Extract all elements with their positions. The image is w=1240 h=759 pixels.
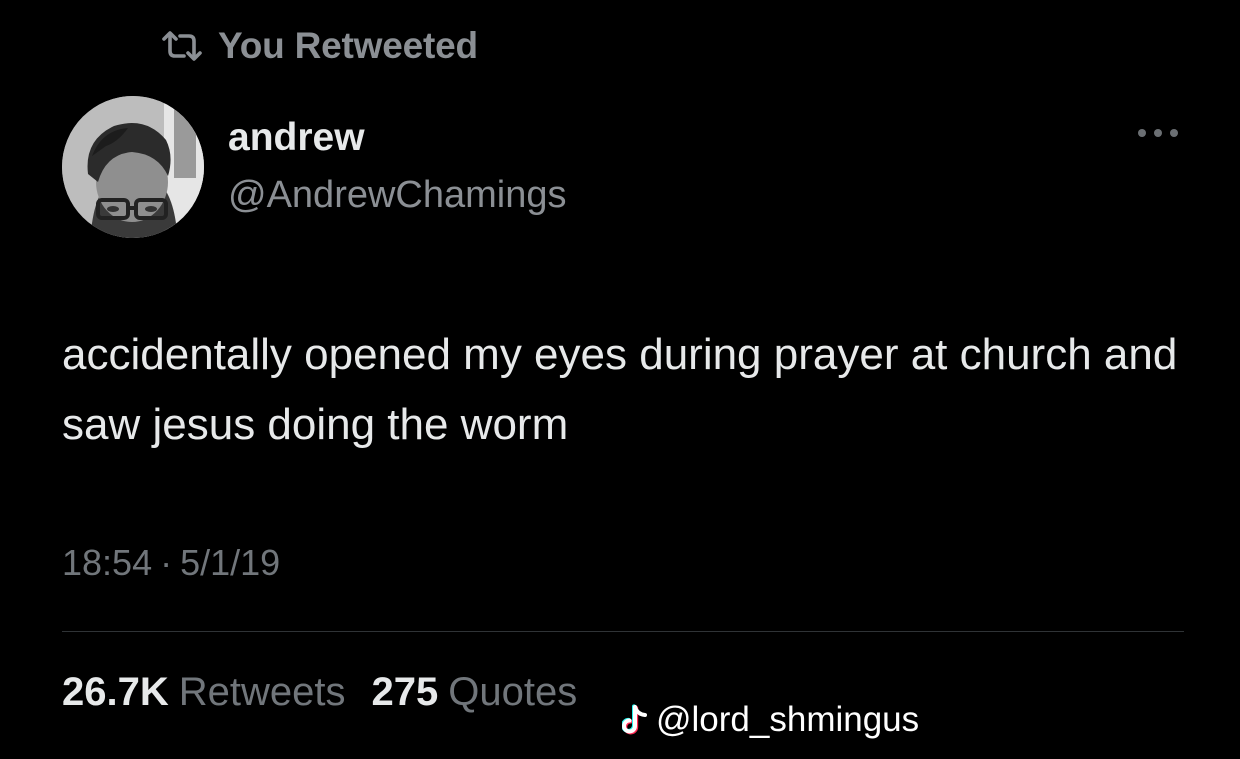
quotes-count: 275 xyxy=(371,670,439,714)
tiktok-icon xyxy=(622,703,652,737)
retweet-context: You Retweeted xyxy=(160,24,478,68)
retweet-label: You Retweeted xyxy=(218,25,478,66)
tweet-date: 5/1/19 xyxy=(180,542,281,583)
more-horizontal-icon xyxy=(1133,126,1183,144)
divider xyxy=(62,631,1184,632)
tweet-screenshot: You Retweeted andrew @AndrewChamings acc… xyxy=(0,0,1240,759)
watermark-handle: @lord_shmingus xyxy=(656,700,920,739)
retweets-label: Retweets xyxy=(178,670,346,714)
retweet-icon xyxy=(160,29,204,63)
timestamp-separator: · xyxy=(160,542,173,583)
retweets-stat-link[interactable]: 26.7K Retweets xyxy=(62,670,346,715)
display-name[interactable]: andrew xyxy=(228,112,567,164)
retweets-count: 26.7K xyxy=(62,670,169,714)
tweet-text: accidentally opened my eyes during praye… xyxy=(62,330,1178,449)
tweet-timestamp[interactable]: 18:54 · 5/1/19 xyxy=(62,542,280,584)
quotes-label: Quotes xyxy=(448,670,578,714)
author-block: andrew @AndrewChamings xyxy=(228,112,567,220)
tweet-time: 18:54 xyxy=(62,542,153,583)
more-options-button[interactable] xyxy=(1130,122,1186,148)
tweet-stats: 26.7K Retweets 275 Quotes xyxy=(62,670,577,715)
user-handle[interactable]: @AndrewChamings xyxy=(228,170,567,220)
quotes-stat-link[interactable]: 275 Quotes xyxy=(372,670,578,715)
avatar[interactable] xyxy=(62,96,204,238)
tiktok-watermark: @lord_shmingus xyxy=(622,700,919,740)
